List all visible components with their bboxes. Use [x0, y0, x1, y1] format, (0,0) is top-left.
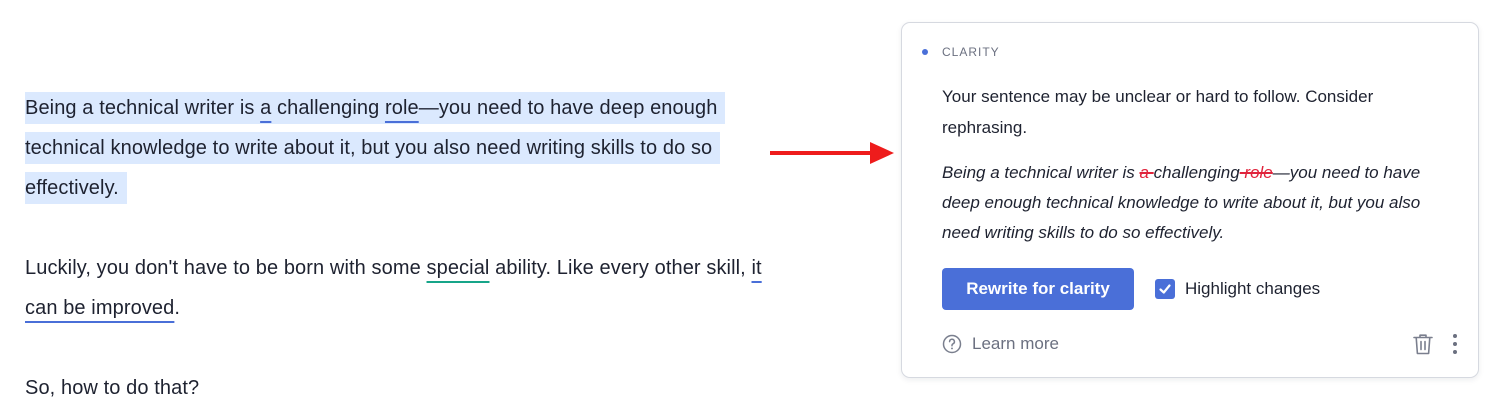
red-arrow-icon — [770, 142, 894, 164]
rewrite-for-clarity-button[interactable]: Rewrite for clarity — [942, 268, 1134, 310]
paragraph-2[interactable]: Luckily, you don't have to be born with … — [25, 248, 765, 328]
text-span: Being a technical writer is — [25, 97, 261, 119]
suggestion-card: CLARITY Your sentence may be unclear or … — [901, 22, 1479, 378]
highlight-changes-checkbox[interactable] — [1155, 279, 1175, 299]
highlight-changes-label: Highlight changes — [1185, 279, 1321, 298]
paragraph-1[interactable]: Being a technical writer is a challengin… — [25, 88, 765, 208]
editor[interactable]: Being a technical writer is a challengin… — [25, 88, 765, 408]
paragraph-3[interactable]: So, how to do that? — [25, 368, 765, 408]
text-span: Luckily, you don't have to be born with … — [25, 257, 427, 279]
card-header: CLARITY — [922, 45, 1000, 59]
deleted-word-role: role — [1239, 163, 1273, 182]
card-actions: Rewrite for clarity Highlight changes — [942, 268, 1320, 310]
learn-more-link[interactable]: Learn more — [942, 334, 1059, 354]
more-options-button[interactable] — [1452, 333, 1458, 355]
dismiss-button[interactable] — [1412, 332, 1434, 356]
card-footer-actions — [1412, 332, 1458, 356]
highlight-changes-toggle[interactable]: Highlight changes — [1155, 279, 1320, 299]
suggestion-underline-special[interactable]: special — [427, 257, 490, 279]
rewrite-preview: Being a technical writer is a challengin… — [942, 158, 1462, 248]
check-icon — [1159, 284, 1171, 294]
text-span: challenging — [271, 97, 385, 119]
deleted-word-a: a — [1139, 163, 1154, 182]
text-span: . — [174, 297, 181, 319]
suggestion-underline-role[interactable]: role — [385, 97, 419, 119]
category-dot-icon — [922, 49, 928, 55]
question-circle-icon — [942, 334, 962, 354]
text-span: ability. Like every other skill, — [489, 257, 752, 279]
preview-text: Being a technical writer is — [942, 163, 1140, 182]
more-vertical-icon — [1453, 334, 1457, 354]
learn-more-label: Learn more — [972, 334, 1059, 353]
trash-icon — [1413, 334, 1433, 355]
preview-text: challenging — [1153, 163, 1240, 182]
card-footer: Learn more — [942, 332, 1458, 356]
suggestion-message: Your sentence may be unclear or hard to … — [942, 87, 1374, 137]
category-label: CLARITY — [942, 45, 1000, 59]
highlighted-sentence[interactable]: Being a technical writer is a challengin… — [25, 92, 726, 204]
suggestion-underline-a[interactable]: a — [260, 97, 271, 119]
